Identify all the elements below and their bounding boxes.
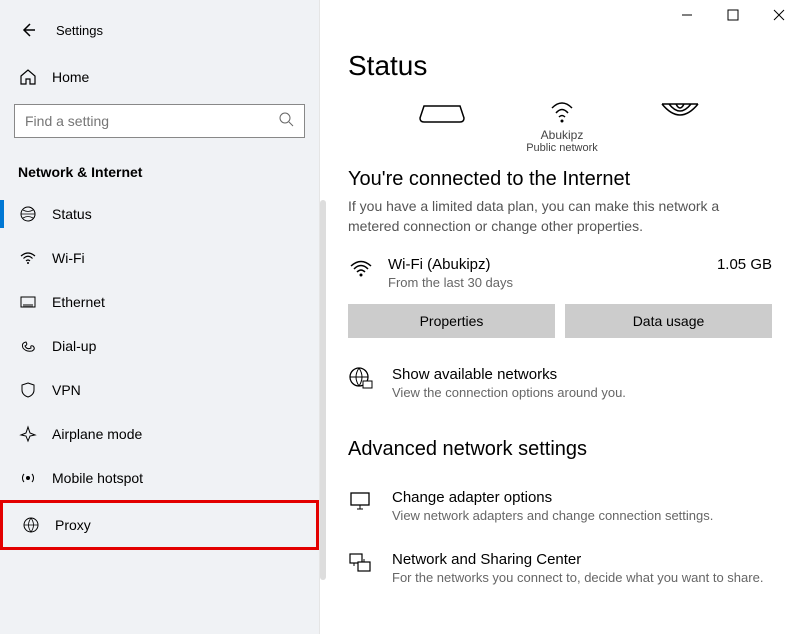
option-sub: View network adapters and change connect… xyxy=(392,508,713,523)
hotspot-icon xyxy=(18,469,38,487)
window-controls xyxy=(664,0,802,30)
sidebar-item-label: Wi-Fi xyxy=(52,250,85,266)
sidebar-item-label: Proxy xyxy=(55,517,91,533)
close-button[interactable] xyxy=(756,0,802,30)
device-icon xyxy=(418,100,466,130)
connected-text: If you have a limited data plan, you can… xyxy=(348,197,772,236)
search-box[interactable] xyxy=(14,104,305,138)
sidebar-item-label: Mobile hotspot xyxy=(52,470,143,486)
connected-heading: You're connected to the Internet xyxy=(348,168,772,191)
sidebar-item-dialup[interactable]: Dial-up xyxy=(0,324,319,368)
main-content: Status Abukipz Public network You're con… xyxy=(320,0,802,634)
dialup-icon xyxy=(18,337,38,355)
wifi-icon xyxy=(348,256,378,287)
sharing-icon xyxy=(348,551,378,582)
maximize-button[interactable] xyxy=(710,0,756,30)
adapter-options-row[interactable]: Change adapter options View network adap… xyxy=(348,489,772,523)
sidebar-item-status[interactable]: Status xyxy=(0,192,319,236)
home-label: Home xyxy=(52,69,89,85)
search-icon xyxy=(278,111,294,132)
connection-sub: From the last 30 days xyxy=(388,275,717,290)
sidebar-item-vpn[interactable]: VPN xyxy=(0,368,319,412)
network-diagram: Abukipz Public network xyxy=(348,100,772,154)
diagram-sub: Public network xyxy=(526,142,598,154)
wifi-connection-icon: Abukipz Public network xyxy=(526,100,598,154)
minimize-button[interactable] xyxy=(664,0,710,30)
sidebar: Settings Home Network & Internet Status xyxy=(0,0,320,634)
sidebar-item-ethernet[interactable]: Ethernet xyxy=(0,280,319,324)
option-sub: For the networks you connect to, decide … xyxy=(392,570,763,585)
show-networks-row[interactable]: Show available networks View the connect… xyxy=(348,366,772,400)
option-title: Change adapter options xyxy=(392,489,713,506)
properties-button[interactable]: Properties xyxy=(348,304,555,338)
option-title: Network and Sharing Center xyxy=(392,551,763,568)
page-title: Status xyxy=(348,50,772,82)
proxy-icon xyxy=(21,516,41,534)
status-icon xyxy=(18,205,38,223)
adapter-icon xyxy=(348,489,378,520)
sidebar-item-label: Status xyxy=(52,206,92,222)
sidebar-item-airplane[interactable]: Airplane mode xyxy=(0,412,319,456)
sharing-center-row[interactable]: Network and Sharing Center For the netwo… xyxy=(348,551,772,585)
nav-home[interactable]: Home xyxy=(0,58,319,96)
back-button[interactable] xyxy=(14,16,42,44)
diagram-label: Abukipz xyxy=(541,128,584,142)
nav-list: Status Wi-Fi Ethernet Dial-up VPN Airpla… xyxy=(0,192,319,550)
data-usage-button[interactable]: Data usage xyxy=(565,304,772,338)
app-title: Settings xyxy=(56,23,103,38)
advanced-heading: Advanced network settings xyxy=(348,438,772,461)
ethernet-icon xyxy=(18,293,38,311)
option-title: Show available networks xyxy=(392,366,626,383)
titlebar: Settings xyxy=(0,10,319,58)
sidebar-item-wifi[interactable]: Wi-Fi xyxy=(0,236,319,280)
connection-usage: 1.05 GB xyxy=(717,256,772,273)
sidebar-item-proxy[interactable]: Proxy xyxy=(0,500,319,550)
sidebar-item-label: Airplane mode xyxy=(52,426,142,442)
option-sub: View the connection options around you. xyxy=(392,385,626,400)
connection-name: Wi-Fi (Abukipz) xyxy=(388,256,717,273)
home-icon xyxy=(18,68,38,86)
globe-icon xyxy=(658,100,702,130)
sidebar-item-label: Dial-up xyxy=(52,338,96,354)
sidebar-item-label: Ethernet xyxy=(52,294,105,310)
globe-icon xyxy=(348,366,378,397)
sidebar-item-hotspot[interactable]: Mobile hotspot xyxy=(0,456,319,500)
wifi-icon xyxy=(18,249,38,267)
connection-row: Wi-Fi (Abukipz) From the last 30 days 1.… xyxy=(348,256,772,290)
search-input[interactable] xyxy=(25,113,278,129)
category-title: Network & Internet xyxy=(0,148,319,192)
vpn-icon xyxy=(18,381,38,399)
sidebar-item-label: VPN xyxy=(52,382,81,398)
airplane-icon xyxy=(18,425,38,443)
